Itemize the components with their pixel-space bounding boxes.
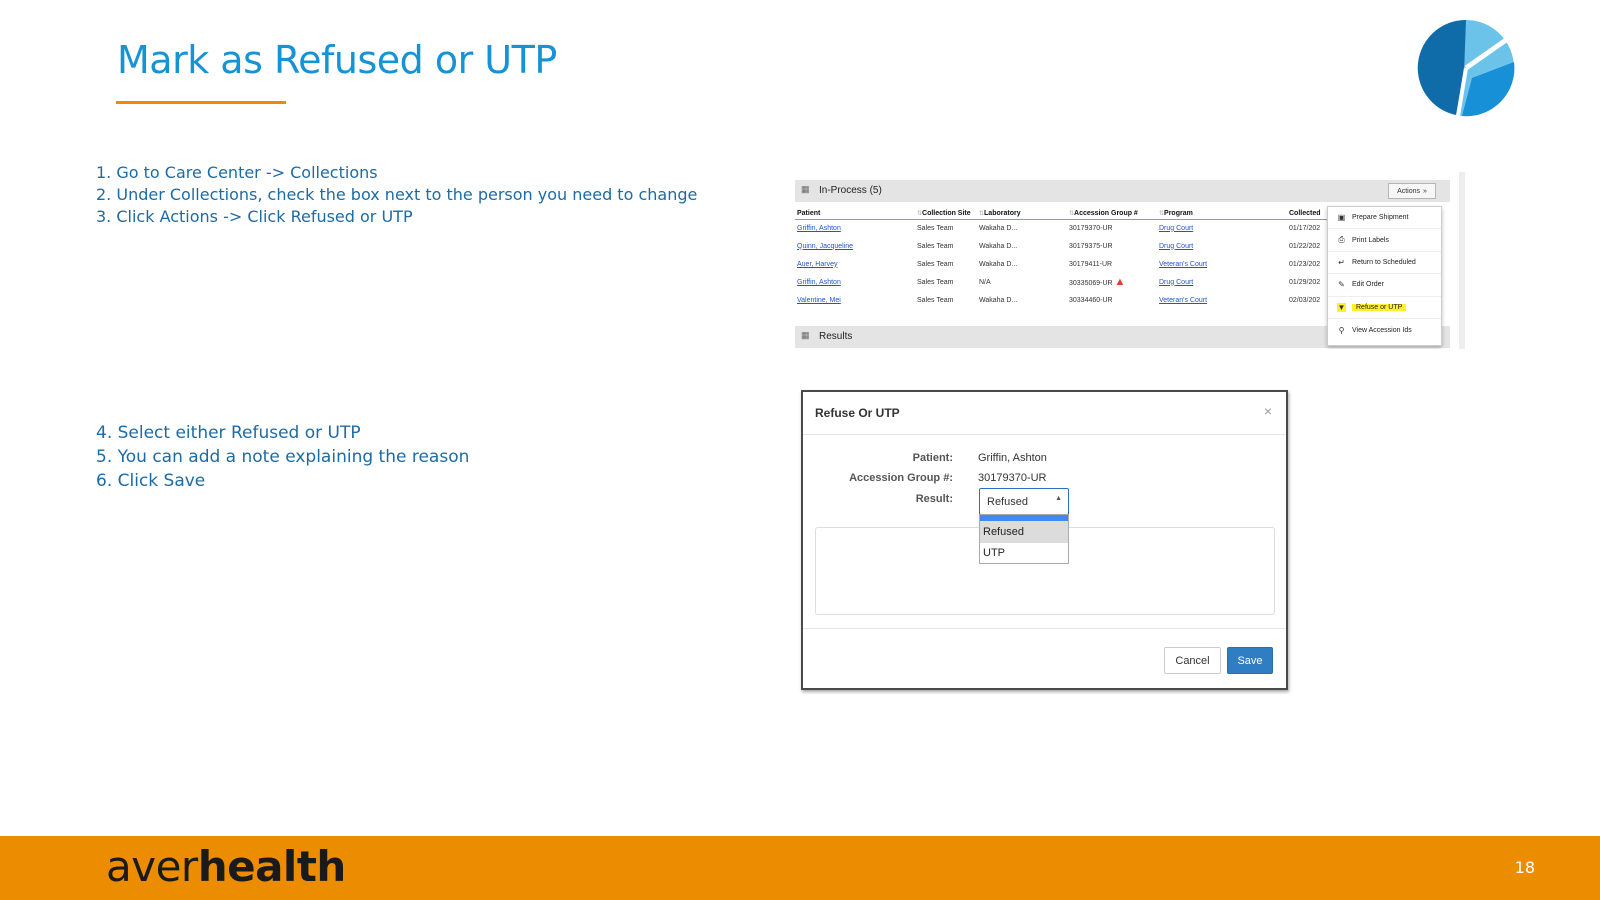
column-header[interactable]: ⇅Collection Site: [915, 208, 977, 220]
brand-wordmark: averhealth: [106, 842, 346, 891]
step-item: 6. Click Save: [96, 471, 206, 491]
modal-title: Refuse Or UTP: [815, 406, 900, 420]
result-select[interactable]: Refused ▲: [979, 488, 1069, 515]
column-header[interactable]: ⇅Accession Group #: [1067, 208, 1157, 220]
footer-bar: averhealth 18: [0, 836, 1600, 900]
page-number: 18: [1514, 858, 1535, 877]
table-row[interactable]: Griffin, Ashton Sales Team Wakaha D... 3…: [795, 219, 1355, 237]
menu-item-refuse-or-utp[interactable]: ▼ Refuse or UTP: [1328, 297, 1441, 319]
table-row[interactable]: Valentine, Mei Sales Team Wakaha D... 30…: [795, 291, 1355, 309]
result-options-list: Refused UTP: [979, 514, 1069, 564]
chevron-down-icon: »: [1423, 187, 1427, 195]
slide-title: Mark as Refused or UTP: [117, 38, 557, 82]
column-header[interactable]: ⇅Program: [1157, 208, 1287, 220]
collections-screenshot: ▦ In-Process (5) Actions » Patient ⇅Coll…: [783, 172, 1465, 349]
in-process-panel-header[interactable]: ▦ In-Process (5) Actions »: [795, 180, 1450, 202]
package-icon: ▣: [1337, 213, 1346, 223]
save-button[interactable]: Save: [1227, 647, 1273, 674]
patient-link[interactable]: Griffin, Ashton: [795, 219, 915, 237]
actions-dropdown-menu: ▣ Prepare Shipment ⎙ Print Labels ↵ Retu…: [1327, 206, 1442, 346]
program-link[interactable]: Veteran's Court: [1157, 291, 1287, 309]
patient-link[interactable]: Auer, Harvey: [795, 255, 915, 273]
step-item: 2. Under Collections, check the box next…: [96, 185, 698, 204]
step-item: 4. Select either Refused or UTP: [96, 423, 361, 443]
program-link[interactable]: Drug Court: [1157, 273, 1287, 291]
warning-icon: ▲: [1114, 276, 1126, 288]
program-link[interactable]: Drug Court: [1157, 219, 1287, 237]
program-link[interactable]: Veteran's Court: [1157, 255, 1287, 273]
option-utp[interactable]: UTP: [980, 543, 1068, 565]
column-header[interactable]: ⇅Laboratory: [977, 208, 1067, 220]
step-item: 1. Go to Care Center -> Collections: [96, 163, 378, 182]
return-arrow-icon: ↵: [1338, 257, 1345, 267]
thumbs-down-icon: ▼: [1337, 302, 1346, 312]
accession-label: Accession Group #:: [849, 472, 953, 484]
table-row[interactable]: Auer, Harvey Sales Team Wakaha D... 3017…: [795, 255, 1355, 273]
close-icon[interactable]: ×: [1264, 403, 1272, 419]
patient-value: Griffin, Ashton: [978, 452, 1047, 464]
steps-list-1: 1. Go to Care Center -> Collections 2. U…: [96, 162, 697, 228]
grid-icon: ▦: [801, 330, 810, 340]
pencil-icon: ✎: [1338, 280, 1345, 290]
menu-item-view-accession-ids[interactable]: ⚲ View Accession Ids: [1328, 319, 1441, 341]
menu-item-prepare-shipment[interactable]: ▣ Prepare Shipment: [1328, 207, 1441, 230]
step-item: 3. Click Actions -> Click Refused or UTP: [96, 207, 413, 226]
patient-label: Patient:: [912, 452, 953, 464]
caret-up-icon: ▲: [1055, 495, 1062, 502]
menu-item-return-to-scheduled[interactable]: ↵ Return to Scheduled: [1328, 252, 1441, 275]
collections-table: Patient ⇅Collection Site ⇅Laboratory ⇅Ac…: [795, 208, 1355, 309]
table-row[interactable]: Griffin, Ashton Sales Team N/A 30335069-…: [795, 273, 1355, 291]
menu-item-print-labels[interactable]: ⎙ Print Labels: [1328, 229, 1441, 252]
cancel-button[interactable]: Cancel: [1164, 647, 1221, 674]
panel-title: In-Process (5): [819, 185, 882, 196]
table-row[interactable]: Quinn, Jacqueline Sales Team Wakaha D...…: [795, 237, 1355, 255]
patient-link[interactable]: Quinn, Jacqueline: [795, 237, 915, 255]
modal-header: Refuse Or UTP ×: [803, 392, 1286, 435]
modal-footer: Cancel Save: [803, 628, 1286, 690]
steps-list-2: 4. Select either Refused or UTP 5. You c…: [96, 421, 469, 493]
magnifier-icon: ⚲: [1338, 325, 1345, 335]
column-header[interactable]: Patient: [795, 208, 915, 220]
patient-link[interactable]: Griffin, Ashton: [795, 273, 915, 291]
title-underline: [116, 101, 286, 104]
result-label: Result:: [915, 493, 953, 505]
menu-item-edit-order[interactable]: ✎ Edit Order: [1328, 274, 1441, 297]
accession-value: 30179370-UR: [978, 472, 1047, 484]
step-item: 5. You can add a note explaining the rea…: [96, 447, 470, 467]
program-link[interactable]: Drug Court: [1157, 237, 1287, 255]
refuse-or-utp-modal: Refuse Or UTP × Patient: Griffin, Ashton…: [801, 390, 1288, 690]
averhealth-logo-icon: [1417, 19, 1515, 117]
printer-icon: ⎙: [1338, 235, 1345, 245]
grid-icon: ▦: [801, 184, 810, 194]
option-refused[interactable]: Refused: [980, 521, 1068, 543]
patient-link[interactable]: Valentine, Mei: [795, 291, 915, 309]
panel-title: Results: [819, 331, 853, 342]
actions-button[interactable]: Actions »: [1388, 183, 1436, 199]
